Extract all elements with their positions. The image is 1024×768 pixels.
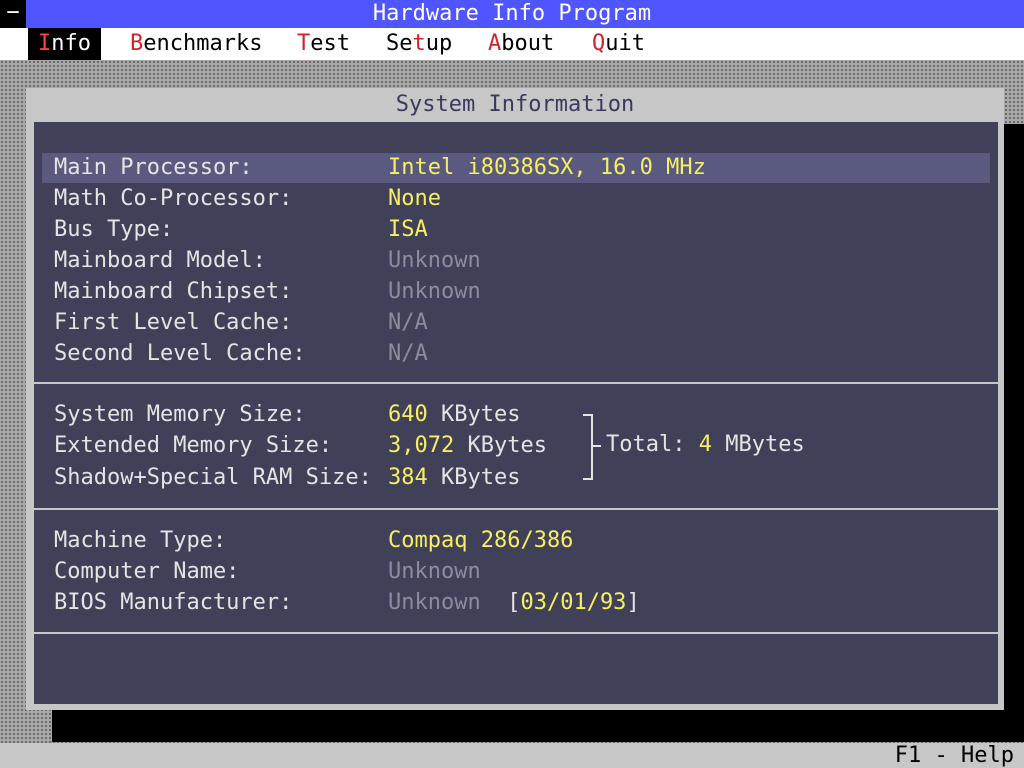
menu-hotkey: B bbox=[130, 31, 144, 56]
menu-hotkey: Q bbox=[592, 31, 606, 56]
menu-quit[interactable]: Quit bbox=[582, 28, 655, 60]
row-shadow-ram: Shadow+Special RAM Size: 384 KBytes bbox=[42, 463, 990, 493]
row-mainboard-chipset: Mainboard Chipset: Unknown bbox=[42, 277, 990, 307]
field-label: Bus Type: bbox=[54, 217, 174, 242]
menu-label: uit bbox=[605, 31, 645, 56]
row-math-coprocessor: Math Co-Processor: None bbox=[42, 184, 990, 214]
bios-date-bracket-close: ] bbox=[626, 590, 640, 615]
field-label: First Level Cache: bbox=[54, 310, 293, 335]
info-panel: Main Processor: Intel i80386SX, 16.0 MHz… bbox=[34, 122, 998, 704]
row-mainboard-model: Mainboard Model: Unknown bbox=[42, 246, 990, 276]
window-shadow bbox=[1002, 124, 1024, 742]
field-label: Math Co-Processor: bbox=[54, 186, 293, 211]
menu-label: Se bbox=[386, 31, 413, 56]
menu-info[interactable]: Info bbox=[28, 28, 101, 60]
window-shadow bbox=[52, 710, 1024, 742]
row-bus-type: Bus Type: ISA bbox=[42, 215, 990, 245]
field-label: Second Level Cache: bbox=[54, 341, 306, 366]
menu-setup[interactable]: Setup bbox=[376, 28, 462, 60]
menu-label: enchmarks bbox=[143, 31, 263, 56]
memory-total: Total: 4 MBytes bbox=[606, 430, 805, 460]
total-unit: MBytes bbox=[725, 432, 805, 457]
title-bar: Hardware Info Program bbox=[0, 0, 1024, 28]
field-value: Unknown bbox=[388, 590, 481, 615]
field-value: Unknown bbox=[388, 279, 481, 304]
field-value: Unknown bbox=[388, 559, 481, 584]
field-value: Compaq 286/386 bbox=[388, 528, 574, 553]
field-value: Unknown bbox=[388, 248, 481, 273]
menu-label: bout bbox=[501, 31, 555, 56]
row-second-level-cache: Second Level Cache: N/A bbox=[42, 339, 990, 369]
field-label: Mainboard Model: bbox=[54, 248, 266, 273]
section-divider bbox=[34, 382, 998, 384]
menu-about[interactable]: About bbox=[478, 28, 564, 60]
menu-test[interactable]: Test bbox=[287, 28, 360, 60]
row-extended-memory: Extended Memory Size: 3,072 KBytes bbox=[42, 431, 990, 461]
row-system-memory: System Memory Size: 640 KBytes bbox=[42, 400, 990, 430]
memory-amount: 384 bbox=[388, 465, 428, 490]
menu-hotkey: T bbox=[297, 31, 311, 56]
menu-label: up bbox=[425, 31, 453, 56]
bios-date: 03/01/93 bbox=[520, 590, 627, 615]
memory-total-bracket-tick bbox=[593, 445, 601, 447]
window-caption: System Information bbox=[395, 92, 635, 117]
field-label: Computer Name: bbox=[54, 559, 240, 584]
field-value: N/A bbox=[388, 310, 428, 335]
field-value: None bbox=[388, 186, 441, 211]
menu-label: est bbox=[310, 31, 350, 56]
menu-label: nfo bbox=[51, 31, 91, 56]
field-label: Mainboard Chipset: bbox=[54, 279, 293, 304]
status-bar: F1 - Help bbox=[0, 743, 1024, 768]
help-hint[interactable]: F1 - Help bbox=[895, 743, 1014, 768]
row-machine-type: Machine Type: Compaq 286/386 bbox=[42, 526, 990, 556]
system-menu-button[interactable]: − bbox=[0, 0, 26, 28]
memory-unit: KBytes bbox=[467, 433, 547, 458]
row-main-processor[interactable]: Main Processor: Intel i80386SX, 16.0 MHz bbox=[42, 153, 990, 183]
field-label: Main Processor: bbox=[54, 155, 253, 180]
field-label: Extended Memory Size: bbox=[54, 433, 333, 458]
section-divider bbox=[34, 508, 998, 510]
menu-hotkey: t bbox=[412, 31, 426, 56]
menu-hotkey: I bbox=[38, 31, 52, 56]
field-value: ISA bbox=[388, 217, 428, 242]
memory-amount: 3,072 bbox=[388, 433, 455, 458]
window-title: Hardware Info Program bbox=[372, 1, 652, 26]
field-label: Machine Type: bbox=[54, 528, 227, 553]
row-computer-name: Computer Name: Unknown bbox=[42, 557, 990, 587]
memory-amount: 640 bbox=[388, 402, 428, 427]
system-information-window: System Information Main Processor: Intel… bbox=[26, 88, 1004, 710]
field-label: System Memory Size: bbox=[54, 402, 306, 427]
memory-unit: KBytes bbox=[441, 465, 521, 490]
section-divider bbox=[34, 632, 998, 634]
row-bios-manufacturer: BIOS Manufacturer: Unknown [03/01/93] bbox=[42, 588, 990, 618]
field-value: N/A bbox=[388, 341, 428, 366]
menu-benchmarks[interactable]: Benchmarks bbox=[120, 28, 272, 60]
memory-unit: KBytes bbox=[441, 402, 521, 427]
memory-total-bracket bbox=[583, 414, 593, 480]
menu-bar: Info Benchmarks Test Setup About Quit bbox=[0, 28, 1024, 60]
total-amount: 4 bbox=[698, 432, 712, 457]
bios-date-bracket-open: [ bbox=[507, 590, 521, 615]
row-first-level-cache: First Level Cache: N/A bbox=[42, 308, 990, 338]
menu-hotkey: A bbox=[488, 31, 502, 56]
total-label: Total: bbox=[606, 432, 686, 457]
field-label: BIOS Manufacturer: bbox=[54, 590, 293, 615]
field-value: Intel i80386SX, 16.0 MHz bbox=[388, 155, 706, 180]
field-label: Shadow+Special RAM Size: bbox=[54, 465, 372, 490]
